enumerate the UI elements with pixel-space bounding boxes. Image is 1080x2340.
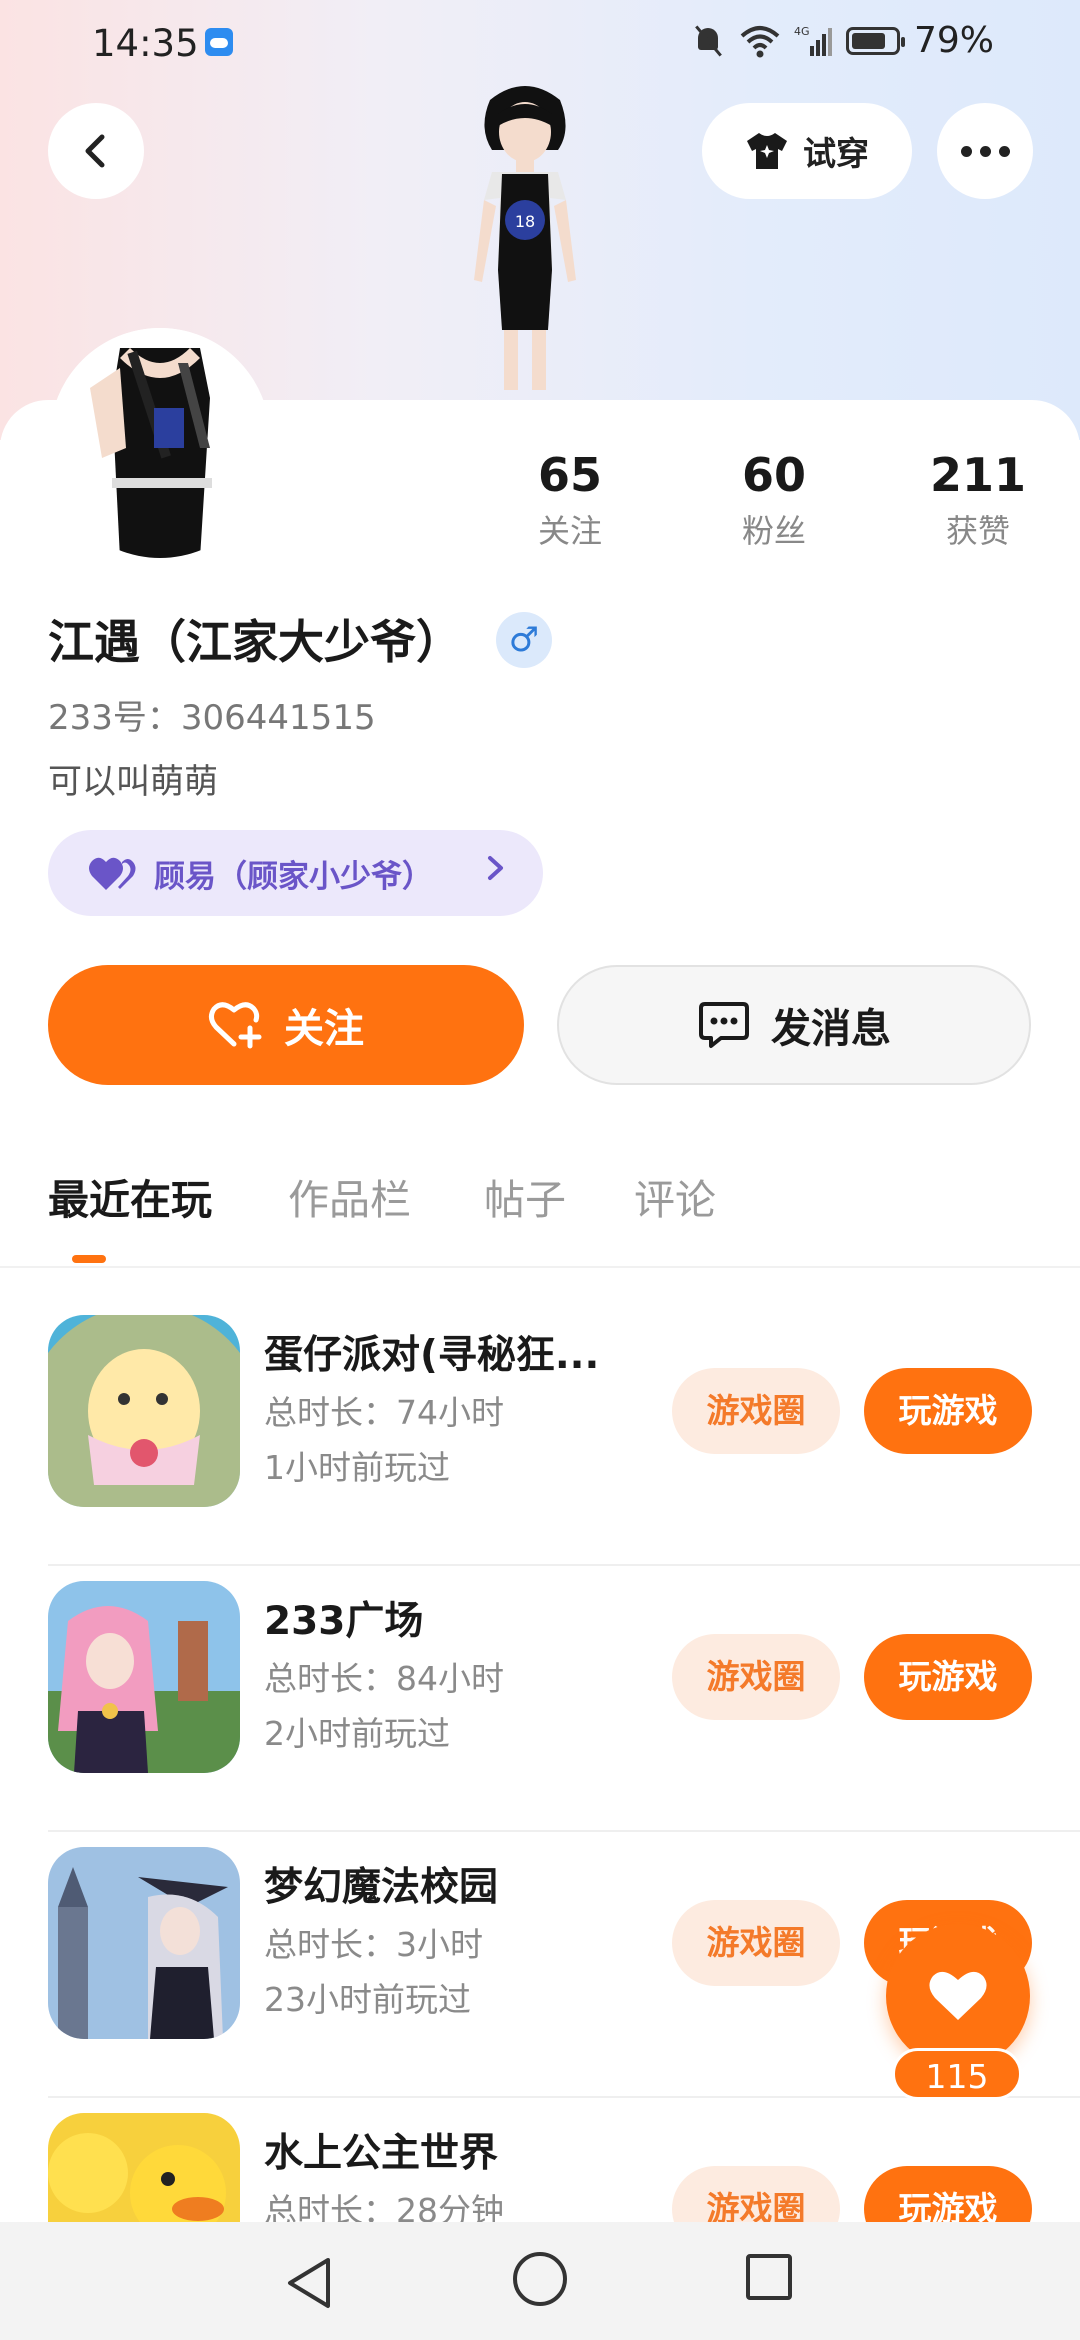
heart-icon (929, 1971, 987, 2020)
wifi-icon (740, 24, 780, 58)
battery-level (851, 32, 885, 49)
game-icon (48, 1847, 240, 2039)
game-last-played: 2小时前玩过 (264, 1714, 450, 1753)
stat-followers[interactable]: 60 粉丝 (694, 445, 854, 553)
heart-plus-icon (208, 1002, 262, 1049)
status-time: 14:35 (92, 22, 199, 65)
play-game-button[interactable]: 玩游戏 (864, 1368, 1032, 1454)
game-circle-button[interactable]: 游戏圈 (672, 1900, 840, 1986)
message-button[interactable]: 发消息 (557, 965, 1031, 1085)
tab-divider (0, 1266, 1080, 1268)
male-gender-icon: ♂ (496, 612, 552, 668)
game-circle-button[interactable]: 游戏圈 (672, 1634, 840, 1720)
relation-chip[interactable]: 顾易（顾家小少爷） (48, 830, 543, 916)
game-title: 梦幻魔法校园 (264, 1865, 499, 1910)
user-bio: 可以叫萌萌 (48, 762, 218, 802)
game-last-played: 1小时前玩过 (264, 1448, 450, 1487)
cloud-icon (205, 28, 233, 56)
game-title: 蛋仔派对(寻秘狂... (264, 1333, 600, 1378)
chevron-left-icon (85, 134, 105, 168)
tab-comments[interactable]: 评论 (634, 1168, 716, 1232)
game-icon (48, 1581, 240, 1773)
double-heart-icon (89, 857, 136, 890)
tab-recently-played[interactable]: 最近在玩 (48, 1168, 212, 1232)
stat-label: 获赞 (945, 512, 1010, 550)
bell-off-icon (692, 24, 726, 58)
battery-percent: 79% (913, 20, 994, 61)
avatar-character-image: 18 (474, 86, 576, 390)
play-game-button[interactable]: 玩游戏 (864, 1634, 1032, 1720)
more-dot-icon (998, 145, 1010, 157)
stat-value: 211 (929, 448, 1027, 502)
follow-label: 关注 (284, 1006, 364, 1052)
game-row[interactable]: 233广场 总时长：84小时 2小时前玩过 游戏圈 玩游戏 (0, 1566, 1080, 1832)
game-duration: 总时长：3小时 (264, 1925, 483, 1964)
user-id: 233号：306441515 (48, 698, 376, 738)
nav-home-icon[interactable] (513, 2252, 567, 2306)
game-title: 233广场 (264, 1599, 424, 1644)
tab-works[interactable]: 作品栏 (288, 1168, 411, 1232)
like-button[interactable] (886, 1924, 1030, 2068)
game-circle-button[interactable]: 游戏圈 (672, 1368, 840, 1454)
svg-text:4G: 4G (794, 25, 810, 38)
system-navigation-bar (0, 2222, 1080, 2340)
signal-icon: 4G (794, 24, 832, 58)
game-title: 水上公主世界 (264, 2131, 499, 2176)
profile-page: 14:35 4G 79% 18 试穿 65 关注 60 粉丝 211 获赞 江遇… (0, 0, 1080, 2340)
more-dot-icon (960, 145, 972, 157)
try-on-label: 试穿 (803, 134, 869, 173)
stat-value: 65 (537, 448, 602, 502)
back-button[interactable] (48, 103, 144, 199)
stat-following[interactable]: 65 关注 (490, 445, 650, 553)
stat-value: 60 (741, 448, 806, 502)
more-button[interactable] (937, 103, 1033, 199)
avatar-image (50, 328, 270, 558)
profile-stats: 65 关注 60 粉丝 211 获赞 (490, 445, 1050, 565)
svg-text:18: 18 (515, 212, 535, 231)
battery-icon (845, 26, 905, 55)
stat-label: 粉丝 (741, 512, 806, 550)
status-bar: 14:35 4G 79% (0, 0, 1080, 90)
game-duration: 总时长：84小时 (264, 1659, 504, 1698)
user-name: 江遇（江家大少爷） (48, 615, 462, 669)
nav-recents-icon[interactable] (746, 2254, 792, 2300)
relation-name: 顾易（顾家小少爷） (154, 858, 433, 895)
follow-button[interactable]: 关注 (48, 965, 524, 1085)
message-label: 发消息 (771, 1006, 891, 1052)
chevron-right-icon (485, 852, 507, 892)
chat-bubble-icon (699, 1002, 749, 1048)
game-duration: 总时长：74小时 (264, 1393, 504, 1432)
game-row[interactable]: 蛋仔派对(寻秘狂... 总时长：74小时 1小时前玩过 游戏圈 玩游戏 (0, 1300, 1080, 1566)
profile-avatar[interactable] (50, 328, 270, 558)
more-dot-icon (979, 145, 991, 157)
status-indicators: 4G 79% (692, 20, 994, 61)
game-icon (48, 1315, 240, 1507)
like-count: 115 (892, 2048, 1022, 2100)
tab-posts[interactable]: 帖子 (484, 1168, 566, 1232)
active-tab-indicator (72, 1255, 106, 1263)
stat-likes[interactable]: 211 获赞 (898, 445, 1058, 553)
stat-label: 关注 (537, 512, 602, 550)
try-on-button[interactable]: 试穿 (702, 103, 912, 199)
game-last-played: 23小时前玩过 (264, 1980, 471, 2019)
nav-back-icon[interactable] (284, 2256, 334, 2310)
shirt-icon (747, 133, 787, 169)
